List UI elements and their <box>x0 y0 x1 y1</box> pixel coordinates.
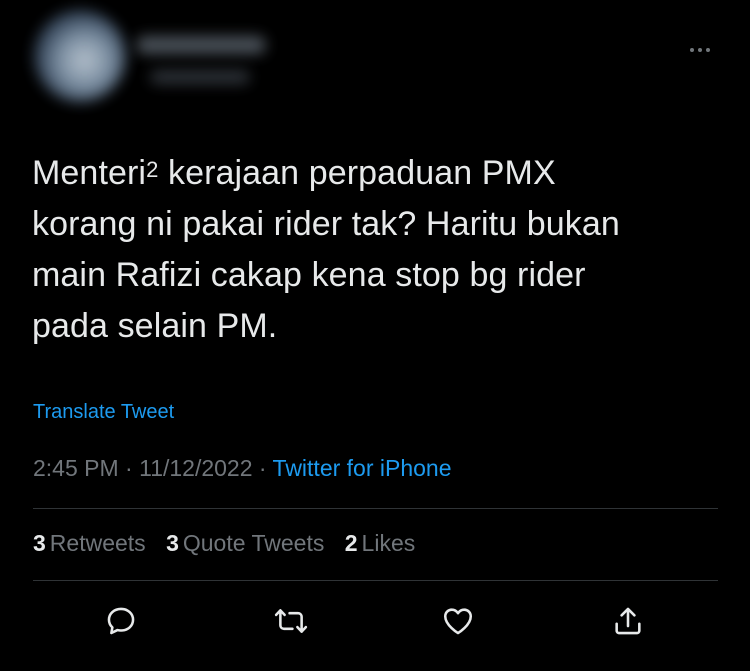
quote-tweets-stat[interactable]: 3 Quote Tweets <box>166 530 324 556</box>
heart-icon <box>443 608 473 635</box>
tweet-action-bar <box>0 597 750 647</box>
likes-label: Likes <box>361 530 416 556</box>
tweet-meta: 2:45 PM · 11/12/2022 · Twitter for iPhon… <box>33 455 452 482</box>
tweet-text-line: main Rafizi cakap kena stop bg rider <box>32 256 586 294</box>
tweet-text-segment: Menteri <box>32 154 147 192</box>
retweets-count: 3 <box>33 530 46 556</box>
likes-count: 2 <box>344 530 358 556</box>
username-blurred[interactable] <box>150 70 250 84</box>
tweet-time[interactable]: 2:45 PM <box>33 455 119 481</box>
tweet-text-line: pada selain PM. <box>32 307 278 345</box>
translate-tweet-link[interactable]: Translate Tweet <box>33 401 174 424</box>
more-dot <box>698 48 702 52</box>
share-icon <box>615 607 641 635</box>
more-options-icon[interactable] <box>682 36 718 64</box>
tweet-date[interactable]: 11/12/2022 <box>139 455 252 481</box>
retweets-label: Retweets <box>49 530 146 556</box>
quote-tweets-label: Quote Tweets <box>182 530 325 556</box>
display-name-blurred[interactable] <box>136 36 266 54</box>
share-button[interactable] <box>604 597 652 645</box>
tweet-text-segment: kerajaan perpaduan PMX <box>158 154 556 192</box>
retweet-button[interactable] <box>267 597 315 645</box>
meta-separator: · <box>118 455 140 481</box>
likes-stat[interactable]: 2 Likes <box>345 530 416 556</box>
more-dot <box>690 48 694 52</box>
reply-button[interactable] <box>97 597 145 645</box>
retweets-stat[interactable]: 3 Retweets <box>33 530 146 556</box>
divider <box>33 580 718 581</box>
tweet-text-superscript: 2 <box>146 157 159 182</box>
tweet-source-link[interactable]: Twitter for iPhone <box>273 455 452 481</box>
retweet-icon <box>274 609 308 633</box>
tweet-card: Menteri2 kerajaan perpaduan PMX korang n… <box>0 0 750 671</box>
avatar[interactable] <box>34 10 126 102</box>
reply-icon <box>107 607 135 635</box>
quote-tweets-count: 3 <box>166 530 179 556</box>
divider <box>33 508 718 509</box>
tweet-text-line: korang ni pakai rider tak? Haritu bukan <box>32 205 620 243</box>
tweet-text-line: Menteri2 kerajaan perpaduan PMX <box>32 148 712 199</box>
tweet-text: Menteri2 kerajaan perpaduan PMX korang n… <box>32 148 712 352</box>
more-dot <box>706 48 710 52</box>
tweet-stats: 3 Retweets 3 Quote Tweets 2 Likes <box>33 530 429 557</box>
like-button[interactable] <box>434 597 482 645</box>
meta-separator: · <box>252 455 273 481</box>
